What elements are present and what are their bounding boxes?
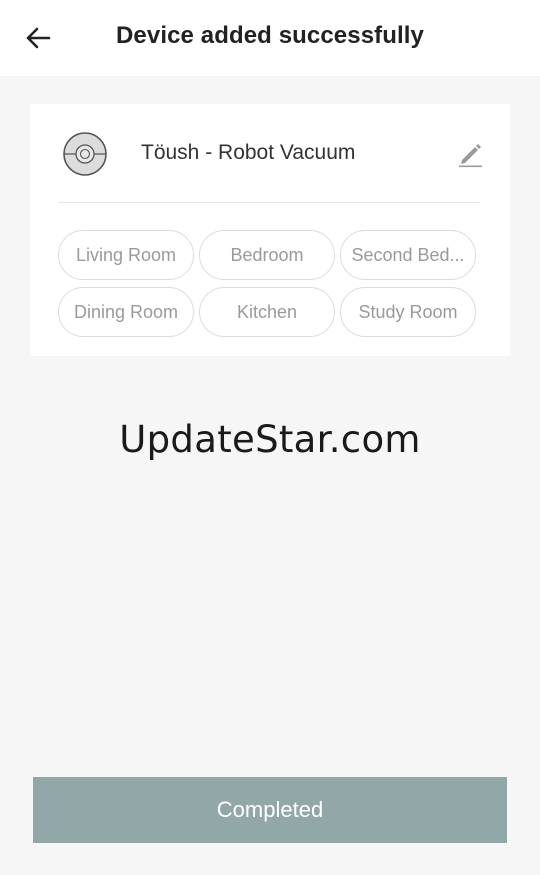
room-chip-kitchen[interactable]: Kitchen [199, 287, 335, 337]
page-title: Device added successfully [116, 22, 424, 49]
robot-vacuum-icon [63, 132, 107, 176]
device-name: Töush - Robot Vacuum [141, 141, 356, 164]
room-chip-living-room[interactable]: Living Room [58, 230, 194, 280]
room-chip-bedroom[interactable]: Bedroom [199, 230, 335, 280]
room-chip-second-bedroom[interactable]: Second Bed... [340, 230, 476, 280]
room-chip-study-room[interactable]: Study Room [340, 287, 476, 337]
device-row: Töush - Robot Vacuum [30, 104, 510, 202]
divider [58, 202, 480, 203]
edit-name-button[interactable] [454, 138, 486, 170]
device-card: Töush - Robot Vacuum Living Room Bedroom… [30, 104, 510, 356]
header-bar: Device added successfully [0, 0, 540, 76]
room-chip-dining-room[interactable]: Dining Room [58, 287, 194, 337]
pencil-icon [459, 144, 482, 168]
room-list: Living Room Bedroom Second Bed... Dining… [58, 230, 478, 337]
completed-button[interactable]: Completed [33, 777, 507, 843]
watermark-text: UpdateStar.com [119, 418, 421, 461]
